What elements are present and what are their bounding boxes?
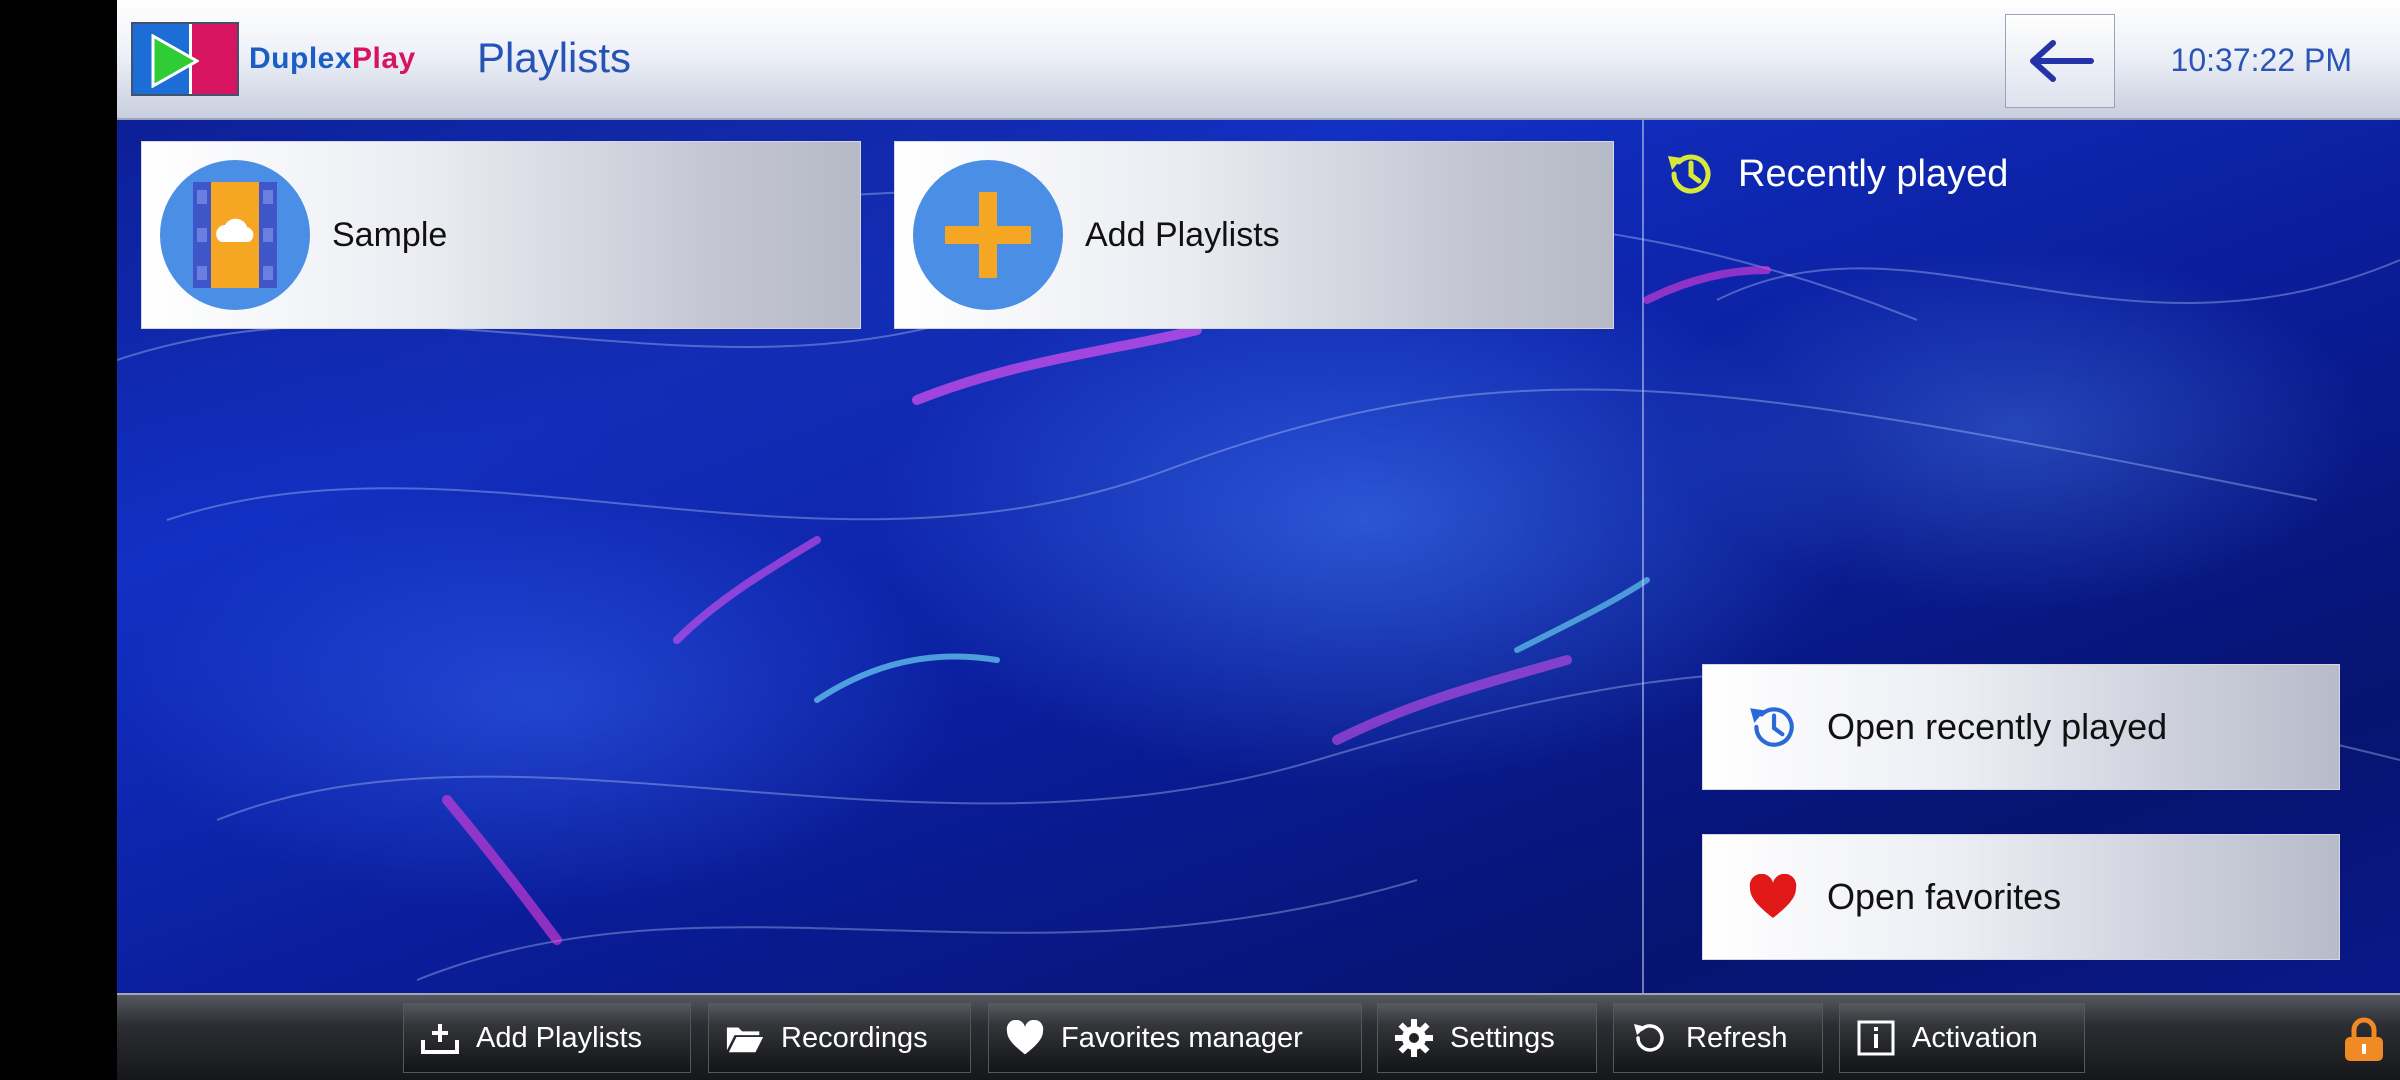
playlist-icon-circle: [160, 160, 310, 310]
history-icon: [1668, 154, 1711, 194]
playlist-label: Sample: [332, 215, 448, 254]
info-icon: [1857, 1020, 1895, 1056]
app-window: DuplexPlay Playlists 10:37:22 PM Sample …: [117, 0, 2400, 1080]
heart-icon: [1006, 1020, 1044, 1055]
open-favorites-label: Open favorites: [1827, 876, 2062, 917]
clock: 10:37:22 PM: [2170, 42, 2352, 78]
brand-name-part2: Play: [352, 42, 416, 75]
open-recently-played-button[interactable]: Open recently played: [1702, 664, 2340, 790]
top-header: DuplexPlay Playlists 10:37:22 PM: [117, 0, 2400, 120]
open-recently-played-label: Open recently played: [1827, 706, 2168, 747]
heart-icon: [1749, 874, 1797, 918]
add-playlists-label: Add Playlists: [1085, 215, 1280, 254]
bottom-toolbar: Add Playlists Recordings Favorites manag…: [117, 993, 2400, 1080]
toolbar-add-playlists-label: Add Playlists: [476, 1021, 643, 1054]
recently-played-text: Recently played: [1738, 152, 2009, 195]
toolbar-favorites-manager-button[interactable]: Favorites manager: [988, 1003, 1362, 1073]
toolbar-recordings-button[interactable]: Recordings: [708, 1003, 971, 1073]
toolbar-activation-label: Activation: [1912, 1021, 2038, 1054]
lock-icon[interactable]: [2342, 1017, 2386, 1063]
toolbar-add-playlists-button[interactable]: Add Playlists: [403, 1003, 691, 1073]
toolbar-favorites-manager-label: Favorites manager: [1061, 1021, 1303, 1054]
play-logo-icon: [151, 34, 199, 88]
toolbar-settings-button[interactable]: Settings: [1377, 1003, 1597, 1073]
toolbar-refresh-label: Refresh: [1686, 1021, 1788, 1054]
toolbar-recordings-label: Recordings: [781, 1021, 928, 1054]
app-logo: [131, 22, 239, 96]
brand-name: DuplexPlay: [249, 42, 416, 76]
playlist-tile-sample[interactable]: Sample: [141, 141, 861, 329]
refresh-icon: [1634, 1024, 1664, 1052]
gear-icon: [1395, 1019, 1433, 1057]
toolbar-activation-button[interactable]: Activation: [1839, 1003, 2085, 1073]
back-button[interactable]: [2005, 14, 2115, 108]
history-icon: [1750, 707, 1794, 747]
open-favorites-button[interactable]: Open favorites: [1702, 834, 2340, 960]
add-tray-icon: [421, 1024, 459, 1054]
add-icon-circle: [913, 160, 1063, 310]
toolbar-refresh-button[interactable]: Refresh: [1613, 1003, 1823, 1073]
folder-open-icon: [726, 1027, 764, 1053]
toolbar-settings-label: Settings: [1450, 1021, 1555, 1054]
panel-divider: [1642, 120, 1644, 993]
playlist-tile-add[interactable]: Add Playlists: [894, 141, 1614, 329]
recently-played-heading: Recently played: [1664, 148, 2008, 200]
arrow-left-icon: [2030, 40, 2094, 82]
page-title: Playlists: [477, 34, 632, 81]
film-cloud-icon: [193, 182, 277, 288]
brand-name-part1: Duplex: [249, 42, 353, 75]
plus-icon: [945, 192, 1031, 278]
